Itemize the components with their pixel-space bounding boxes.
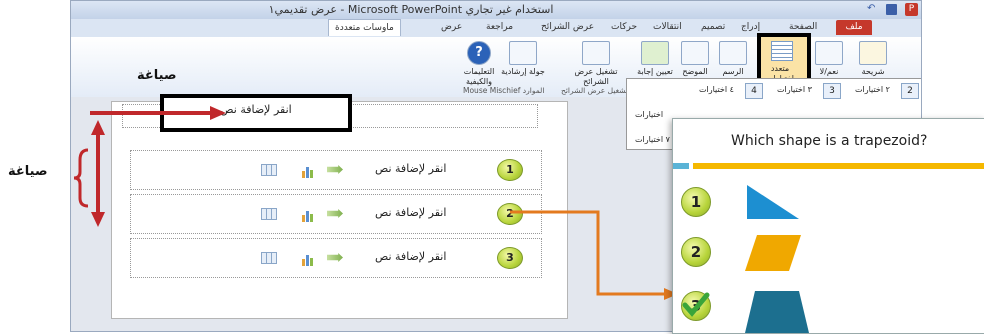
preview-option-badge-2: 2 [681,237,711,267]
preview-connector [510,210,672,296]
trapezoid-shape [745,291,809,333]
preview-divider [693,163,984,169]
preview-option-badge-1: 1 [681,187,711,217]
format-label-top: صياغة [137,68,177,83]
question-preview: Which shape is a trapezoid? 1 2 3 [672,118,984,334]
format-arrow-head [210,106,226,120]
format-brace [73,148,89,208]
format-label-side: صياغة [8,164,48,179]
format-arrow-head-down [91,212,105,227]
parallelogram-shape [745,235,801,271]
preview-question: Which shape is a trapezoid? [731,133,928,149]
checkmark-icon [682,292,710,317]
format-arrow-head-up [91,120,105,135]
triangle-shape [747,185,799,219]
preview-divider-accent [673,163,689,169]
